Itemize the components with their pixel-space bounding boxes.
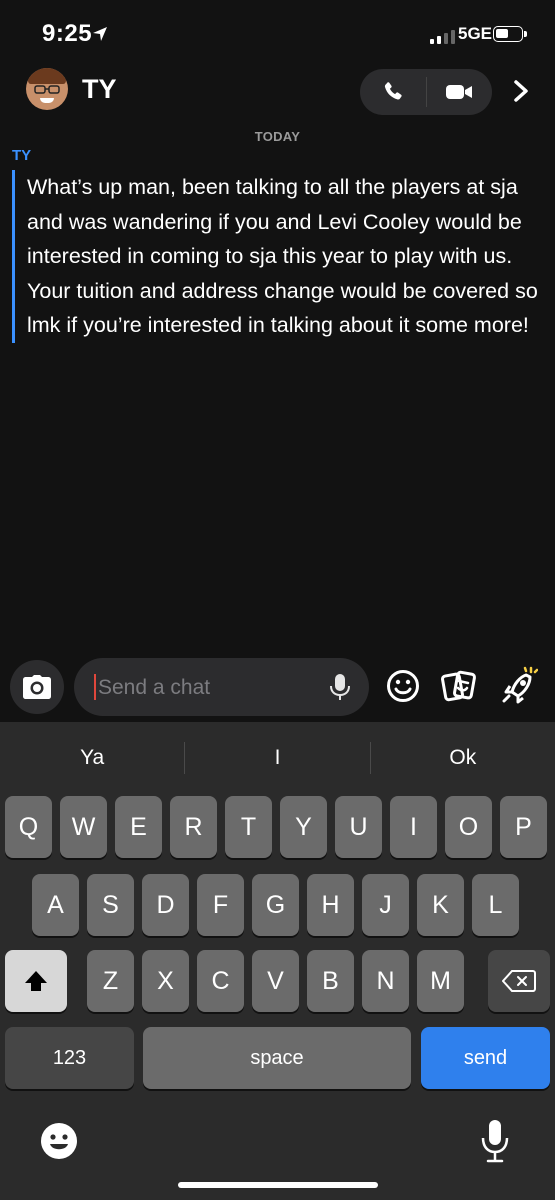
suggestion-3[interactable]: Ok xyxy=(371,722,555,794)
bitmoji-avatar[interactable] xyxy=(26,68,68,110)
space-key[interactable]: space xyxy=(143,1027,411,1089)
emoji-face-icon xyxy=(41,1123,77,1159)
key-g[interactable]: G xyxy=(252,874,299,936)
message-text: What’s up man, been talking to all the p… xyxy=(27,175,538,338)
chat-input[interactable] xyxy=(96,658,320,718)
contact-name[interactable]: TY xyxy=(82,74,117,105)
location-arrow-icon xyxy=(93,27,107,41)
key-y[interactable]: Y xyxy=(280,796,327,858)
battery-icon xyxy=(493,26,527,42)
predictive-bar: Ya I Ok xyxy=(0,722,555,794)
key-i[interactable]: I xyxy=(390,796,437,858)
status-time: 9:25 xyxy=(42,20,93,47)
key-p[interactable]: P xyxy=(500,796,547,858)
key-b[interactable]: B xyxy=(307,950,354,1012)
chat-header: TY xyxy=(0,62,555,122)
key-h[interactable]: H xyxy=(307,874,354,936)
key-r[interactable]: R xyxy=(170,796,217,858)
voice-call-button[interactable] xyxy=(360,69,426,115)
key-o[interactable]: O xyxy=(445,796,492,858)
call-controls xyxy=(360,69,492,115)
shift-arrow-icon xyxy=(25,971,47,991)
video-camera-icon xyxy=(446,85,473,99)
camera-icon xyxy=(23,675,51,699)
signal-strength-icon xyxy=(430,30,455,44)
dictation-button[interactable] xyxy=(475,1118,515,1164)
send-key[interactable]: send xyxy=(421,1027,550,1089)
camera-button[interactable] xyxy=(10,660,64,714)
smiley-icon xyxy=(387,670,419,702)
home-indicator[interactable] xyxy=(178,1182,378,1188)
key-t[interactable]: T xyxy=(225,796,272,858)
key-k[interactable]: K xyxy=(417,874,464,936)
key-e[interactable]: E xyxy=(115,796,162,858)
shift-key[interactable] xyxy=(5,950,67,1012)
key-j[interactable]: J xyxy=(362,874,409,936)
rocket-icon xyxy=(502,666,538,704)
dictation-mic-icon xyxy=(481,1120,509,1163)
message-sender: TY xyxy=(12,147,32,164)
status-bar: 9:25 5GE xyxy=(0,0,555,70)
numbers-key[interactable]: 123 xyxy=(5,1027,134,1089)
key-a[interactable]: A xyxy=(32,874,79,936)
chat-input-container[interactable] xyxy=(74,658,369,718)
key-n[interactable]: N xyxy=(362,950,409,1012)
key-c[interactable]: C xyxy=(197,950,244,1012)
phone-icon xyxy=(384,82,402,100)
key-z[interactable]: Z xyxy=(87,950,134,1012)
composer xyxy=(0,650,555,722)
key-v[interactable]: V xyxy=(252,950,299,1012)
stickers-button[interactable] xyxy=(437,664,481,708)
chevron-right-icon xyxy=(514,80,528,102)
key-q[interactable]: Q xyxy=(5,796,52,858)
games-button[interactable] xyxy=(497,664,541,708)
suggestion-1[interactable]: Ya xyxy=(0,722,184,794)
suggestion-2[interactable]: I xyxy=(185,722,369,794)
emoji-button[interactable] xyxy=(381,664,425,708)
key-d[interactable]: D xyxy=(142,874,189,936)
network-type: 5GE xyxy=(458,24,493,43)
stickers-icon xyxy=(441,670,476,702)
more-button[interactable] xyxy=(508,76,534,106)
microphone-icon[interactable] xyxy=(329,673,351,701)
day-separator: TODAY xyxy=(254,129,301,144)
key-f[interactable]: F xyxy=(197,874,244,936)
message-bubble[interactable]: What’s up man, been talking to all the p… xyxy=(12,170,542,343)
key-w[interactable]: W xyxy=(60,796,107,858)
key-l[interactable]: L xyxy=(472,874,519,936)
video-call-button[interactable] xyxy=(427,69,493,115)
key-s[interactable]: S xyxy=(87,874,134,936)
key-u[interactable]: U xyxy=(335,796,382,858)
key-m[interactable]: M xyxy=(417,950,464,1012)
emoji-keyboard-button[interactable] xyxy=(39,1118,79,1164)
backspace-icon xyxy=(502,970,536,992)
key-x[interactable]: X xyxy=(142,950,189,1012)
delete-key[interactable] xyxy=(488,950,550,1012)
